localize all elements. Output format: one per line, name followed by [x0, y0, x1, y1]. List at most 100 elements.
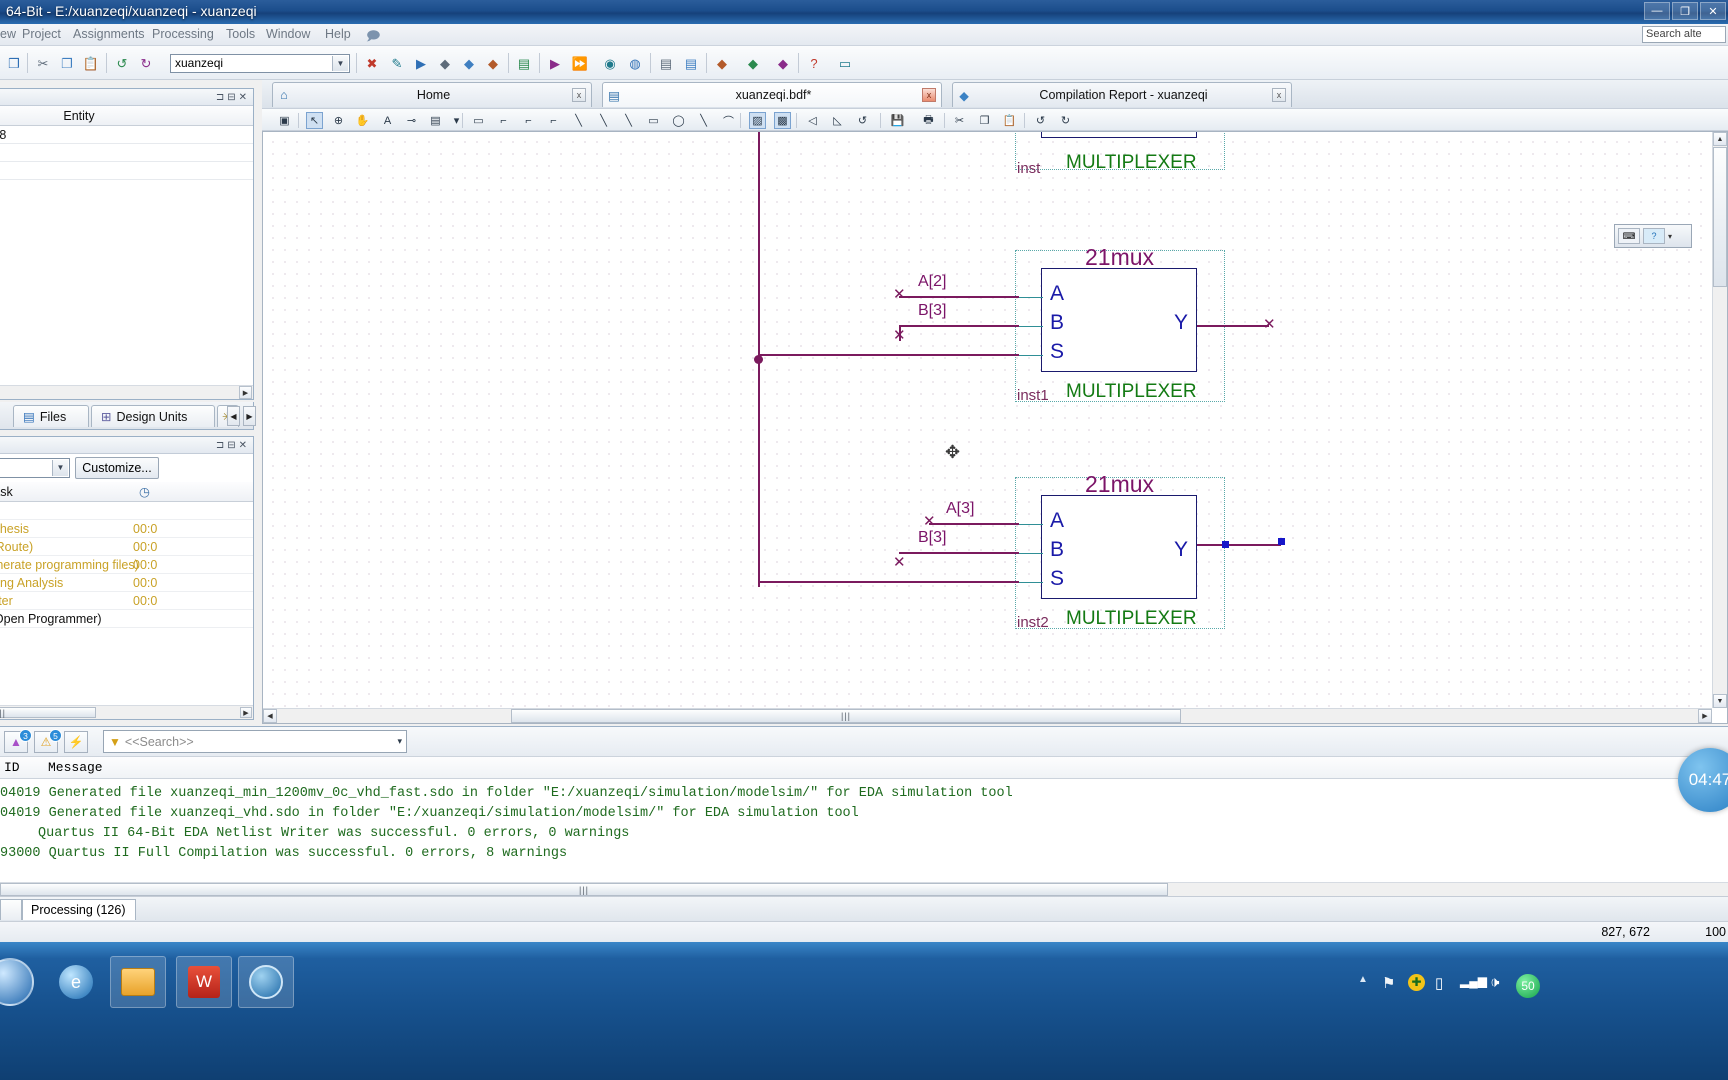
message-row[interactable]: Quartus II 64-Bit EDA Netlist Writer was…: [38, 826, 629, 841]
entity-row-top[interactable]: ☷: [0, 144, 253, 162]
message-row[interactable]: 04019 Generated file xuanzeqi_min_1200mv…: [0, 786, 1013, 801]
help-icon[interactable]: ?: [804, 53, 824, 73]
close-icon[interactable]: x: [922, 88, 936, 102]
print-icon[interactable]: 🖶: [920, 112, 937, 129]
close-icon[interactable]: ✕: [239, 440, 250, 451]
maximize-button[interactable]: ❐: [1672, 2, 1698, 20]
undo-icon[interactable]: ↺: [1032, 112, 1049, 129]
tasks-hscrollbar[interactable]: ||| ▶: [0, 705, 253, 719]
wire-s-stub-inst1[interactable]: [1019, 355, 1043, 356]
rtl-viewer-icon[interactable]: ◆: [712, 53, 732, 73]
block-tool-icon[interactable]: ▤: [427, 112, 444, 129]
bottom-tab-processing[interactable]: Processing (126): [22, 899, 136, 920]
search-altera-input[interactable]: Search alte: [1642, 26, 1726, 43]
hscroll-thumb[interactable]: |||: [511, 709, 1181, 723]
tab-home[interactable]: ⌂ Home x: [272, 82, 592, 107]
tabs-scroll-right-button[interactable]: ▶: [243, 406, 256, 426]
info-button[interactable]: ⚡: [64, 731, 88, 753]
assignment-editor-icon[interactable]: ◆: [459, 53, 479, 73]
canvas-horizontal-scrollbar[interactable]: ◀ ||| ▶: [263, 708, 1712, 723]
chevron-down-icon[interactable]: ▾: [397, 736, 402, 747]
play-icon[interactable]: ▶: [545, 53, 565, 73]
action-center-flag-icon[interactable]: ⚑: [1382, 974, 1395, 992]
tab-design-units[interactable]: ⊞ Design Units: [91, 405, 215, 427]
net-label-b3[interactable]: B[3]: [918, 302, 946, 320]
show-hidden-icons-icon[interactable]: ▲: [1358, 974, 1368, 985]
warnings-button[interactable]: ⚠ 5: [34, 729, 62, 753]
task-row[interactable]: ▸ Assembler (Generate programming files)…: [0, 556, 253, 574]
cut-icon[interactable]: ✂: [33, 53, 53, 73]
menu-item-window[interactable]: Window: [266, 27, 310, 41]
save-icon[interactable]: 💾: [889, 112, 906, 129]
float-icon[interactable]: ⊟: [227, 440, 238, 451]
floating-help-palette[interactable]: ⌨ ? ▾: [1614, 224, 1692, 248]
customize-button[interactable]: Customize...: [75, 457, 159, 479]
message-icon[interactable]: ▭: [835, 53, 855, 73]
select-tool-icon[interactable]: ↖: [306, 112, 323, 129]
wire-b3-inst2[interactable]: [899, 552, 1019, 554]
tab-xuanzeqi-bdf[interactable]: ▤ xuanzeqi.bdf* x: [602, 82, 942, 107]
menu-item-project[interactable]: Project: [22, 27, 61, 41]
wire-junction-dot[interactable]: [754, 355, 763, 364]
close-icon[interactable]: x: [1272, 88, 1286, 102]
wire-a3-inst2[interactable]: [929, 523, 1019, 525]
start-button[interactable]: [0, 956, 38, 1008]
scroll-left-arrow-icon[interactable]: ◀: [263, 709, 277, 723]
scroll-right-arrow-icon[interactable]: ▶: [240, 707, 252, 718]
rectangle-icon[interactable]: ▭: [645, 112, 662, 129]
menu-item-help[interactable]: Help: [325, 27, 351, 41]
entity-row-inst[interactable]: ux:inst: [0, 162, 253, 180]
vscroll-thumb[interactable]: [1713, 147, 1727, 287]
device-icon[interactable]: ▤: [514, 53, 534, 73]
scroll-down-arrow-icon[interactable]: ▼: [1713, 694, 1727, 708]
wire-y-out-inst2[interactable]: [1197, 544, 1281, 546]
wire-b3-stub-inst1[interactable]: [1019, 326, 1043, 327]
redo-icon[interactable]: ↻: [1057, 112, 1074, 129]
menu-item-processing[interactable]: Processing: [152, 27, 214, 41]
task-row[interactable]: rogram Device (Open Programmer): [0, 610, 253, 628]
wire-y-out-inst1[interactable]: [1197, 325, 1269, 327]
ie-taskbar-icon[interactable]: e: [48, 956, 104, 1008]
quartus-taskbar-icon[interactable]: [238, 956, 294, 1008]
keyboard-icon[interactable]: ⌨: [1618, 228, 1640, 244]
hscroll-thumb[interactable]: |||: [0, 707, 96, 718]
pin-icon[interactable]: ⊐: [216, 440, 227, 451]
paste-icon[interactable]: 📋: [81, 53, 101, 73]
messages-search-combo[interactable]: ▼ <<Search>> ▾: [103, 730, 407, 753]
oval-icon[interactable]: ◯: [670, 112, 687, 129]
menu-item-assignments[interactable]: Assignments: [73, 27, 145, 41]
close-icon[interactable]: x: [572, 88, 586, 102]
settings-icon[interactable]: ◆: [483, 53, 503, 73]
chevron-down-icon[interactable]: ▼: [332, 56, 348, 71]
orthogonal-conduit-icon[interactable]: ⌐: [520, 112, 537, 129]
wps-taskbar-icon[interactable]: W: [176, 956, 232, 1008]
orthogonal-node-icon[interactable]: ▭: [470, 112, 487, 129]
diagonal-conduit-icon[interactable]: ╲: [620, 112, 637, 129]
tab-files[interactable]: ▤ Files: [13, 405, 89, 427]
new-symbol-icon[interactable]: ▣: [276, 112, 293, 129]
message-row[interactable]: 93000 Quartus II Full Compilation was su…: [0, 846, 567, 861]
task-row[interactable]: ▸ Analysis & Synthesis 00:0: [0, 520, 253, 538]
net-label-a2[interactable]: A[2]: [918, 273, 946, 291]
start-compilation-icon[interactable]: ▶: [411, 53, 431, 73]
pin-planner-icon[interactable]: ◆: [435, 53, 455, 73]
copy-icon[interactable]: ❐: [976, 112, 993, 129]
diagonal-bus-icon[interactable]: ╲: [595, 112, 612, 129]
minimize-button[interactable]: —: [1644, 2, 1670, 20]
selection-handle[interactable]: [1222, 541, 1229, 548]
net-label-b3-2[interactable]: B[3]: [918, 529, 946, 547]
selection-handle[interactable]: [1278, 538, 1285, 545]
flip-vertical-icon[interactable]: ◺: [829, 112, 846, 129]
stop-icon[interactable]: ✖: [362, 53, 382, 73]
close-button[interactable]: ✕: [1700, 2, 1726, 20]
messages-hscrollbar[interactable]: |||: [0, 882, 1728, 896]
line-icon[interactable]: ╲: [695, 112, 712, 129]
wire-s-stub-inst2[interactable]: [1019, 582, 1043, 583]
scroll-right-arrow-icon[interactable]: ▶: [1698, 709, 1712, 723]
menu-item-ew[interactable]: ew: [0, 27, 16, 41]
step-icon[interactable]: ⏩: [570, 53, 590, 73]
temperature-icon[interactable]: 50: [1516, 974, 1540, 998]
rubberbanding-icon[interactable]: ⌐: [545, 112, 562, 129]
close-icon[interactable]: ✕: [239, 92, 250, 103]
net-label-a3[interactable]: A[3]: [946, 500, 974, 518]
